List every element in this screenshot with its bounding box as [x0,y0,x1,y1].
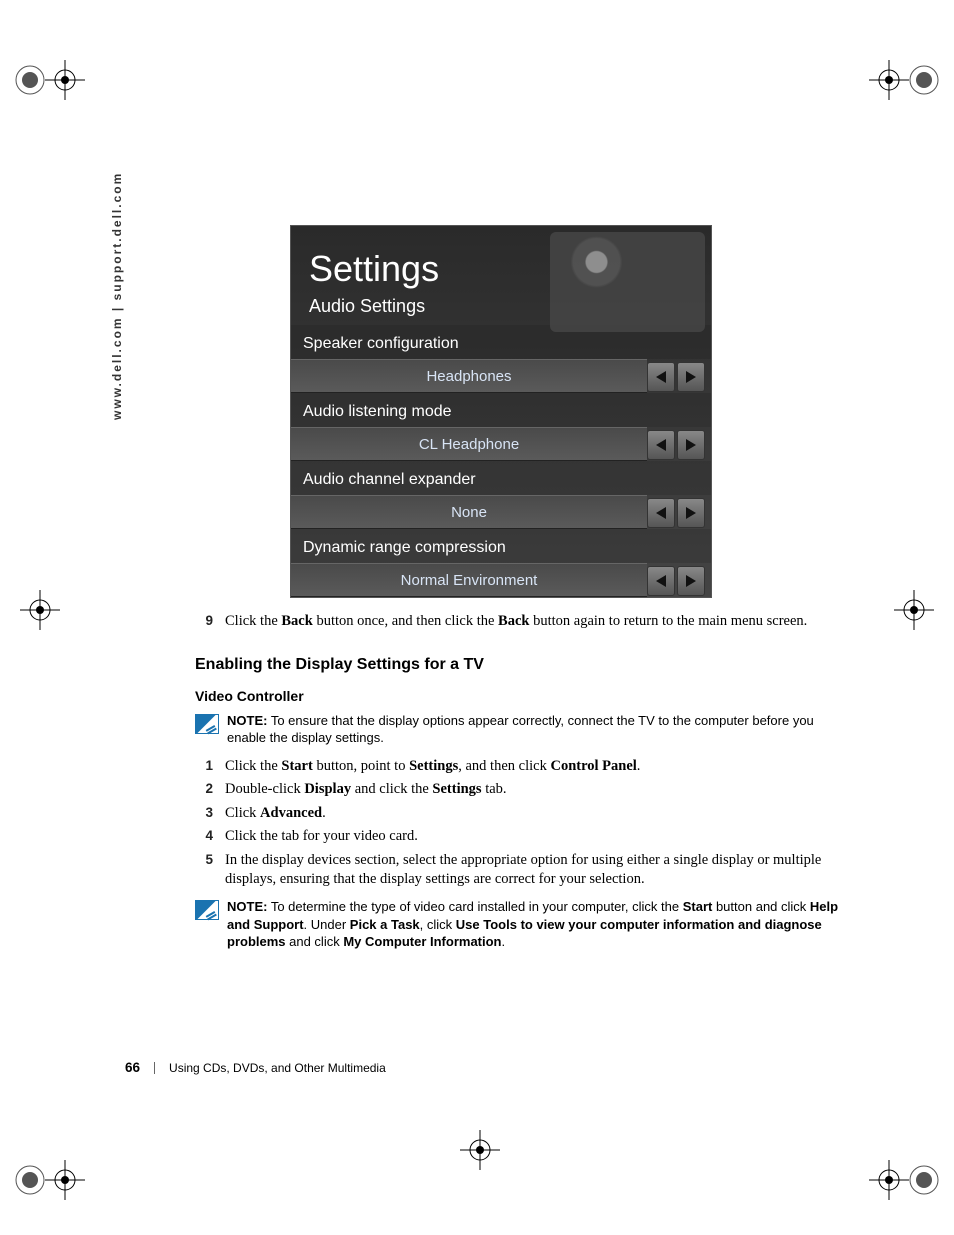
arrow-left-icon[interactable] [647,430,675,460]
chapter-title: Using CDs, DVDs, and Other Multimedia [169,1061,386,1075]
setting-value: Headphones [291,359,647,393]
note-block: NOTE: To determine the type of video car… [195,898,855,951]
setting-label: Audio channel expander [291,461,711,495]
setting-label: Dynamic range compression [291,529,711,563]
step-number: 9 [195,612,213,632]
setting-value: CL Headphone [291,427,647,461]
page-footer: 66 Using CDs, DVDs, and Other Multimedia [125,1060,386,1075]
arrow-right-icon[interactable] [677,498,705,528]
arrow-right-icon[interactable] [677,566,705,596]
arrow-left-icon[interactable] [647,362,675,392]
setting-row-expander: None [291,495,711,529]
crop-mark-icon [864,60,944,140]
note-icon [195,900,219,920]
step-3: 3 Click Advanced. [195,804,855,824]
note-icon [195,714,219,734]
sub-heading: Video Controller [195,688,855,704]
note-block: NOTE: To ensure that the display options… [195,712,855,747]
step-2: 2 Double-click Display and click the Set… [195,780,855,800]
side-url: www.dell.com | support.dell.com [110,172,124,420]
arrow-left-icon[interactable] [647,498,675,528]
crop-mark-icon [864,1120,944,1200]
step-9: 9 Click the Back button once, and then c… [195,612,855,632]
setting-value: Normal Environment [291,563,647,597]
arrow-left-icon[interactable] [647,566,675,596]
arrow-right-icon[interactable] [677,362,705,392]
crop-mark-icon [10,1120,90,1200]
page-number: 66 [125,1060,140,1075]
setting-label: Audio listening mode [291,393,711,427]
crop-mark-icon [440,1130,520,1180]
step-4: 4 Click the tab for your video card. [195,827,855,847]
crop-mark-icon [10,590,70,630]
step-number: 2 [195,780,213,800]
step-5: 5 In the display devices section, select… [195,851,855,890]
section-heading: Enabling the Display Settings for a TV [195,656,855,674]
setting-row-listening: CL Headphone [291,427,711,461]
setting-value: None [291,495,647,529]
setting-row-speaker: Headphones [291,359,711,393]
audio-knob-image [550,232,705,332]
step-number: 1 [195,757,213,777]
setting-row-compression: Normal Environment [291,563,711,597]
step-number: 4 [195,827,213,847]
crop-mark-icon [884,590,944,630]
settings-panel: Settings Audio Settings Speaker configur… [290,225,712,598]
arrow-right-icon[interactable] [677,430,705,460]
step-number: 3 [195,804,213,824]
footer-divider [154,1062,155,1074]
step-1: 1 Click the Start button, point to Setti… [195,757,855,777]
step-number: 5 [195,851,213,890]
crop-mark-icon [10,60,90,140]
